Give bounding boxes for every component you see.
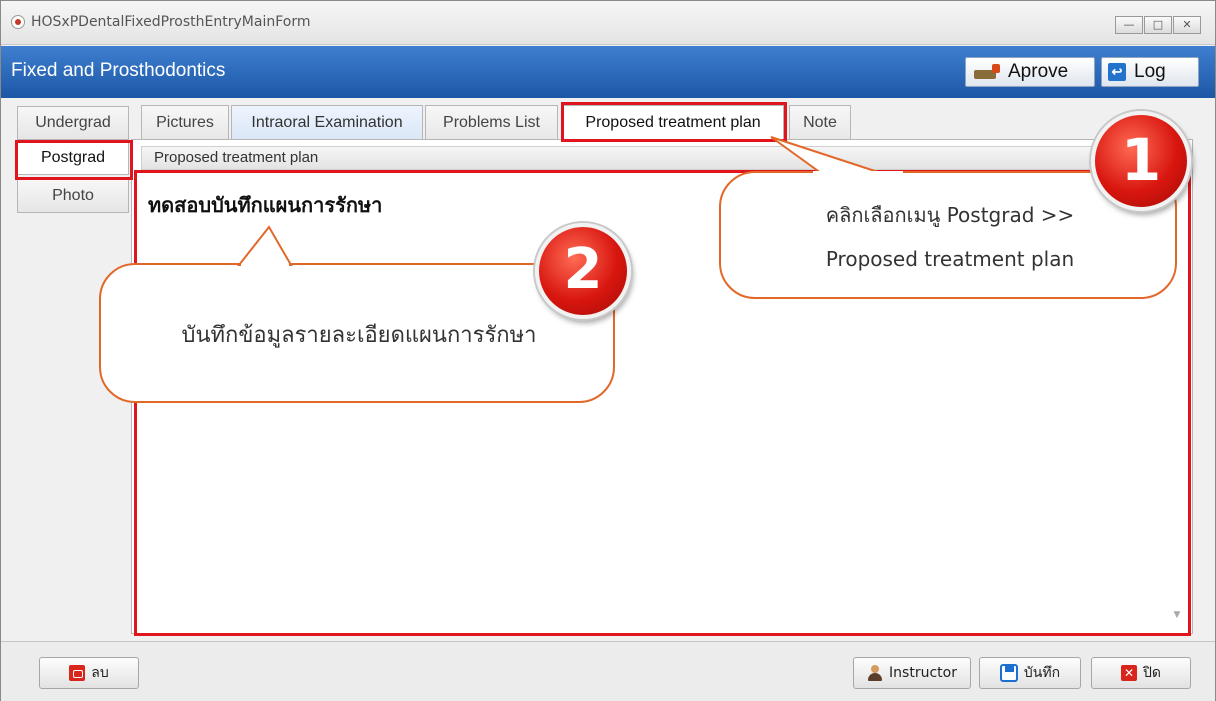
log-label: Log <box>1134 61 1166 82</box>
callout1-pointer-cover <box>813 171 903 177</box>
tab-intraoral-examination[interactable]: Intraoral Examination <box>231 105 423 139</box>
app-icon <box>11 15 25 29</box>
tab-photo[interactable]: Photo <box>17 179 129 213</box>
step2-badge: 2 <box>535 223 631 319</box>
step1-badge: 1 <box>1091 111 1191 211</box>
person-icon <box>867 665 883 681</box>
close-label: ปิด <box>1143 665 1161 681</box>
close-button[interactable]: ✕ ปิด <box>1091 657 1191 689</box>
aprove-label: Aprove <box>1008 61 1069 82</box>
callout2-text: บันทึกข้อมูลรายละเอียดแผนการรักษา <box>181 323 537 348</box>
panel-subheader: Proposed treatment plan <box>141 146 1186 170</box>
window-controls: — □ ✕ <box>1114 16 1201 34</box>
callout1-line2: Proposed treatment plan <box>825 247 1075 271</box>
window-title: HOSxPDentalFixedProsthEntryMainForm <box>31 14 311 30</box>
log-button[interactable]: ↩ Log <box>1101 57 1199 87</box>
instructor-label: Instructor <box>889 665 957 681</box>
tab-pictures[interactable]: Pictures <box>141 105 229 139</box>
panel-subheader-label: Proposed treatment plan <box>154 149 319 166</box>
tab-postgrad[interactable]: Postgrad <box>17 141 129 175</box>
title-bar[interactable]: HOSxPDentalFixedProsthEntryMainForm — □ … <box>1 1 1215 45</box>
form-title: Fixed and Prosthodontics <box>11 60 226 81</box>
minimize-icon: — <box>1123 18 1135 31</box>
delete-label: ลบ <box>91 665 109 681</box>
tab-problems-list[interactable]: Problems List <box>425 105 558 139</box>
close-window-button[interactable]: ✕ <box>1173 16 1201 34</box>
minimize-button[interactable]: — <box>1115 16 1143 34</box>
close-x-icon: ✕ <box>1121 665 1137 681</box>
callout2-pointer <box>236 225 293 267</box>
delete-button[interactable]: ลบ <box>39 657 139 689</box>
maximize-icon: □ <box>1152 18 1164 31</box>
tab-proposed-treatment-plan[interactable]: Proposed treatment plan <box>562 105 784 139</box>
callout1-line1: คลิกเลือกเมนู Postgrad >> <box>825 203 1075 227</box>
trash-icon <box>69 665 86 681</box>
tab-undergrad[interactable]: Undergrad <box>17 106 129 140</box>
save-button[interactable]: บันทึก <box>979 657 1081 689</box>
form-header: Fixed and Prosthodontics Aprove ↩ Log <box>1 46 1215 98</box>
maximize-button[interactable]: □ <box>1144 16 1172 34</box>
instructor-button[interactable]: Instructor <box>853 657 971 689</box>
main-window: HOSxPDentalFixedProsthEntryMainForm — □ … <box>0 0 1216 701</box>
save-label: บันทึก <box>1023 665 1061 681</box>
stamp-icon <box>972 62 1002 82</box>
scroll-down-icon[interactable]: ▼ <box>1171 610 1183 620</box>
close-icon: ✕ <box>1182 18 1192 31</box>
bottom-toolbar: ลบ Instructor บันทึก ✕ ปิด <box>1 641 1215 701</box>
log-icon: ↩ <box>1108 63 1126 81</box>
save-icon <box>999 664 1018 682</box>
treatment-plan-text: ทดสอบบันทึกแผนการรักษา <box>148 193 383 217</box>
aprove-button[interactable]: Aprove <box>965 57 1095 87</box>
